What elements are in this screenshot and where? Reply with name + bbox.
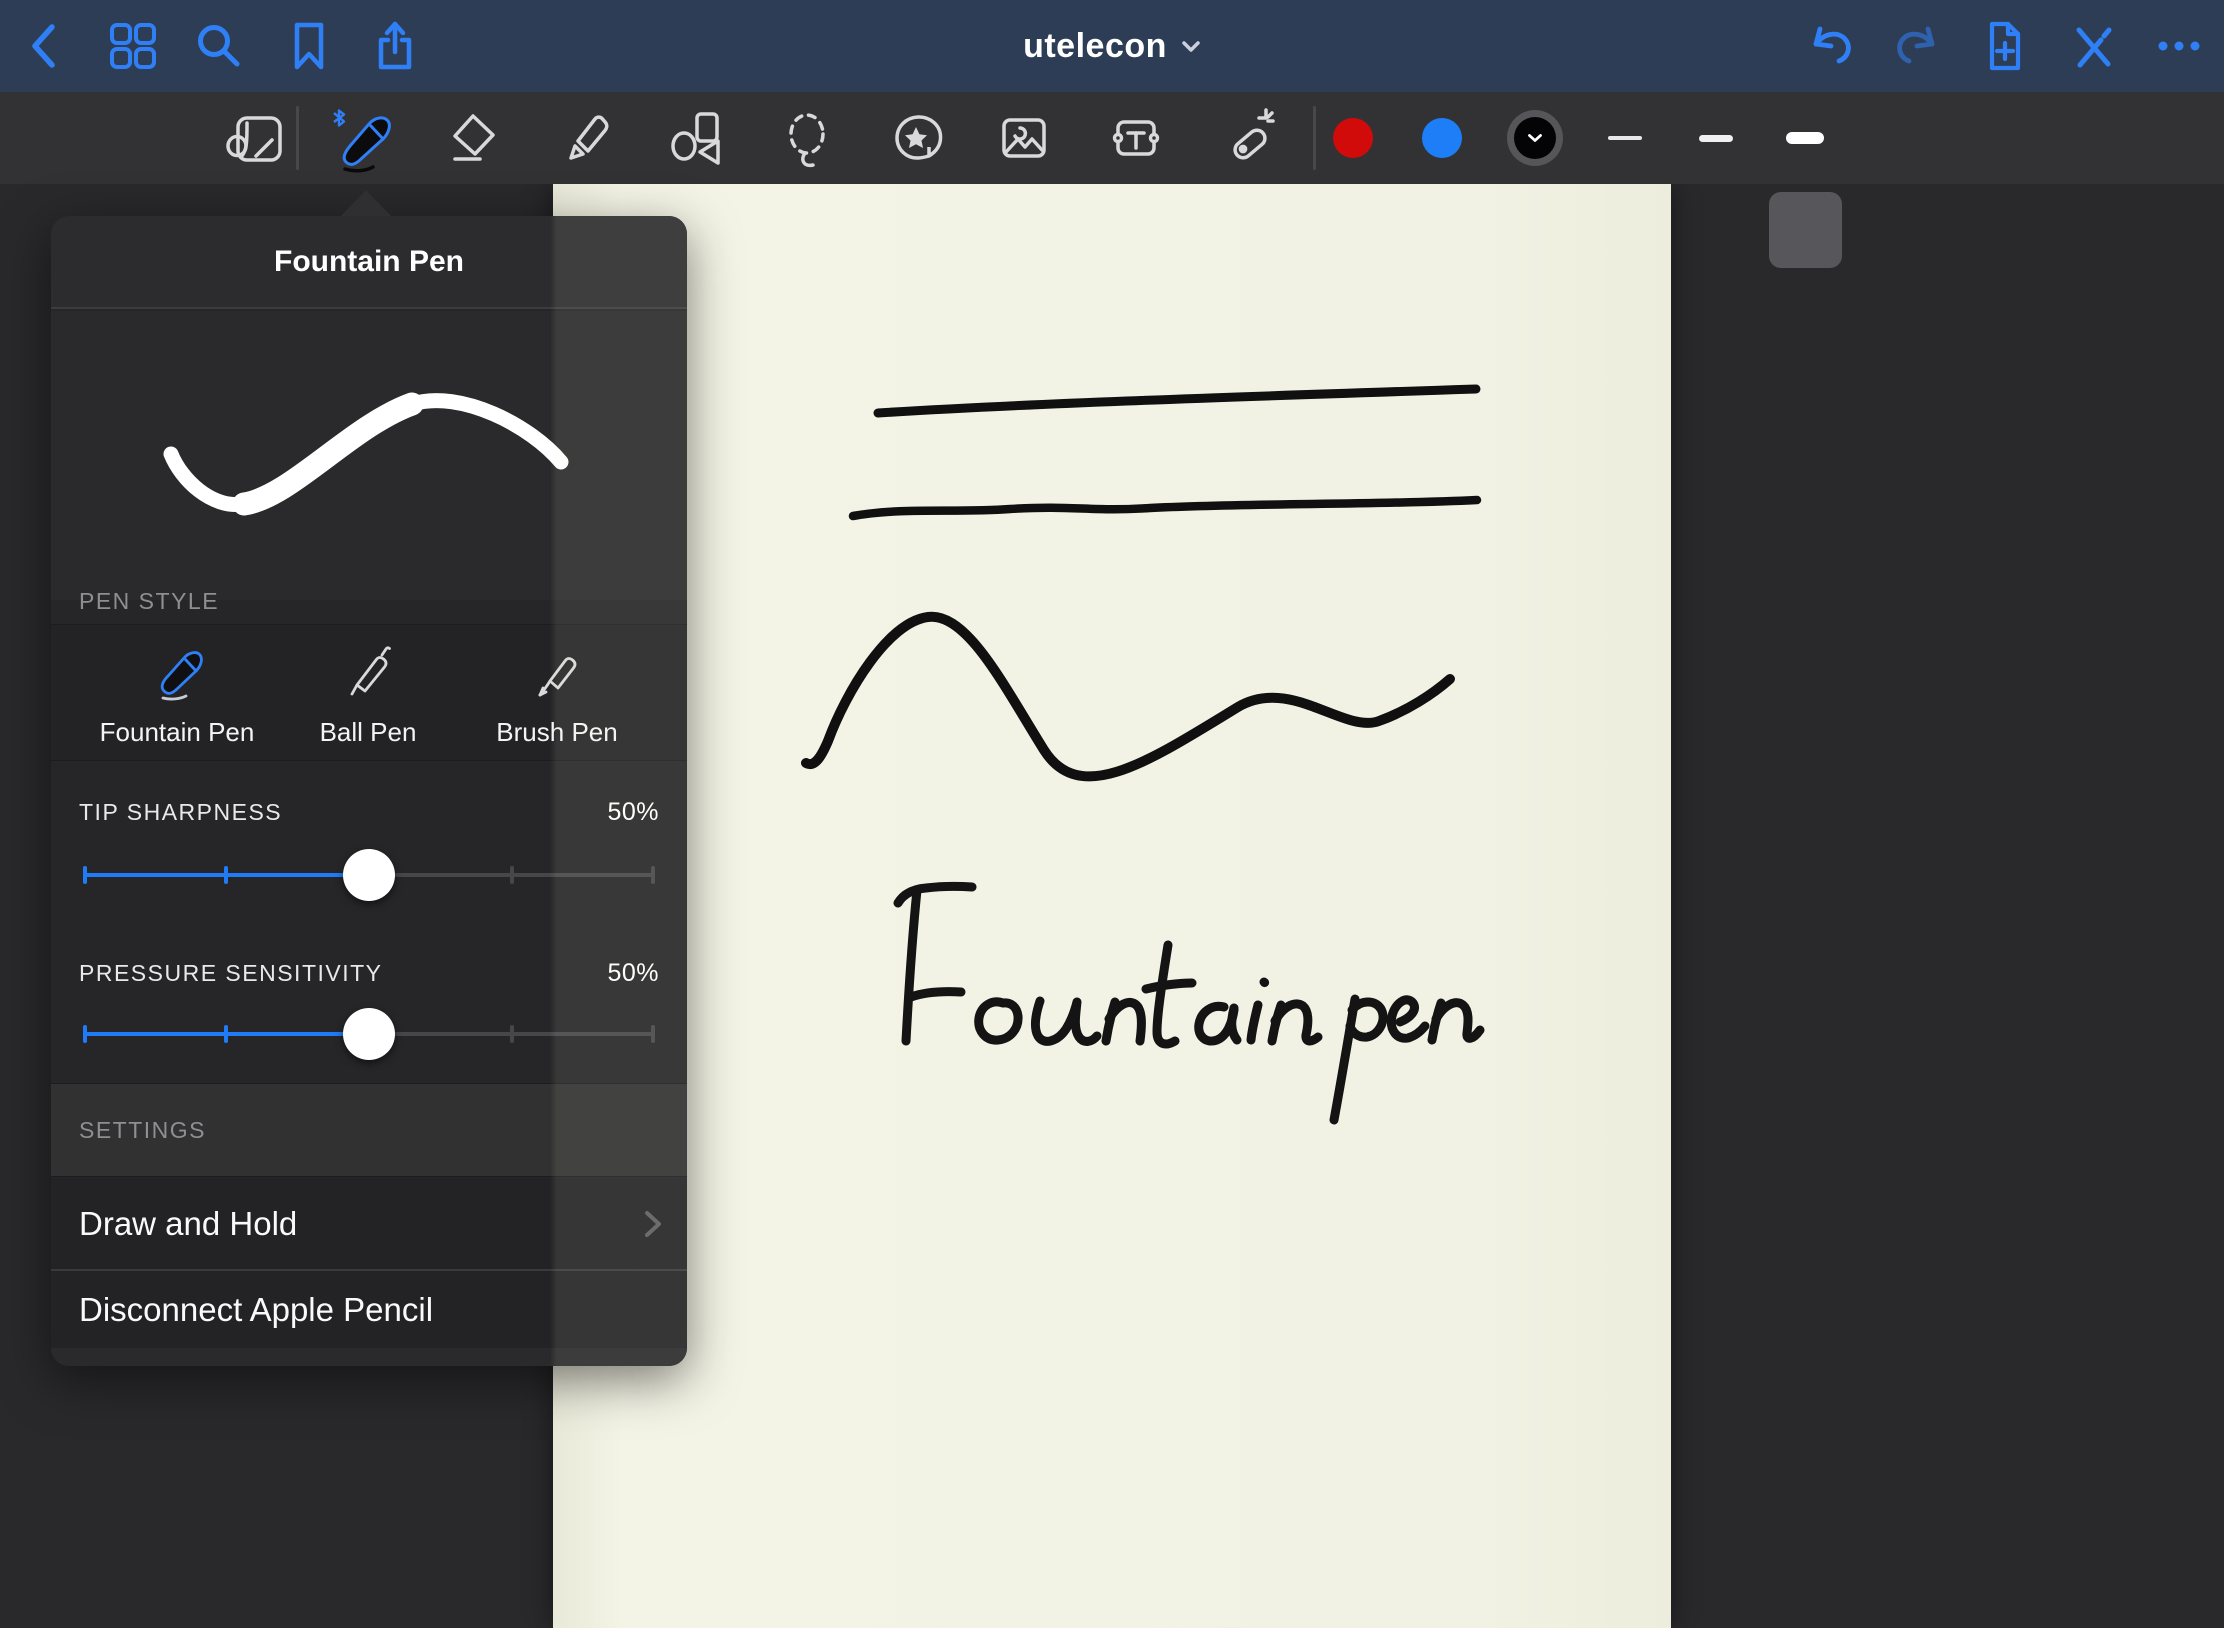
selected-color-ring [1507, 110, 1563, 166]
fountain-pen-popover: Fountain Pen PEN STYLE Fountain Pen [51, 216, 687, 1366]
color-black-selected[interactable] [1507, 92, 1563, 184]
brush-pen-style-icon [519, 633, 595, 714]
stroke-width-thin[interactable] [1608, 92, 1642, 184]
stroke-preview [51, 311, 687, 600]
chevron-right-icon [643, 1208, 663, 1240]
document-title-button[interactable]: utelecon [0, 0, 2224, 92]
pen-style-ball-pen[interactable]: Ball Pen [273, 625, 463, 762]
pressure-sensitivity-header: PRESSURE SENSITIVITY 50% [79, 959, 659, 988]
fountain-pen-style-icon [139, 633, 215, 714]
disconnect-apple-pencil-label: Disconnect Apple Pencil [79, 1291, 433, 1329]
sticker-icon [885, 106, 949, 170]
pen-style-section-label: PEN STYLE [79, 588, 219, 615]
slider-tick [510, 866, 514, 884]
tip-sharpness-label: TIP SHARPNESS [79, 799, 282, 826]
top-nav-bar: utelecon [0, 0, 2224, 92]
page-preview-tool[interactable] [222, 92, 286, 184]
red-color-swatch [1333, 118, 1373, 158]
thick-line-icon [1786, 132, 1824, 144]
chevron-down-icon [1527, 133, 1543, 143]
eraser-tool[interactable] [440, 92, 504, 184]
slider-tick [224, 866, 228, 884]
pen-style-brush-pen[interactable]: Brush Pen [462, 625, 652, 762]
slider-tick [510, 1025, 514, 1043]
tip-sharpness-header: TIP SHARPNESS 50% [79, 798, 659, 827]
draw-and-hold-row[interactable]: Draw and Hold [51, 1178, 687, 1269]
pen-style-row: Fountain Pen Ball Pen Brush Pen [51, 624, 687, 761]
bluetooth-icon [334, 111, 344, 126]
document-title: utelecon [1023, 27, 1167, 66]
lasso-tool[interactable] [776, 92, 840, 184]
popover-footer [51, 1348, 687, 1366]
redo-button[interactable] [1892, 0, 1944, 92]
page-preview-icon [222, 106, 286, 170]
chevron-down-icon [1181, 40, 1201, 53]
black-color-swatch [1514, 117, 1556, 159]
stroke-preview-wave [51, 311, 687, 600]
pen-style-label: Ball Pen [320, 717, 417, 748]
toolbar-divider [296, 106, 299, 170]
medium-line-icon [1699, 135, 1733, 142]
fountain-pen-icon [327, 100, 403, 176]
toolbar-divider [1313, 106, 1316, 170]
slider-thumb[interactable] [343, 1008, 395, 1060]
ball-pen-style-icon [330, 633, 406, 714]
pencil-crossed-icon [2067, 20, 2119, 72]
text-icon [1104, 106, 1168, 170]
slider-thumb[interactable] [343, 849, 395, 901]
paper[interactable] [553, 184, 1671, 1628]
color-blue[interactable] [1422, 92, 1462, 184]
shapes-icon [662, 106, 726, 170]
slider-tick [83, 866, 87, 884]
slider-tick [224, 1025, 228, 1043]
settings-label: SETTINGS [79, 1117, 206, 1144]
thin-line-icon [1608, 136, 1642, 140]
pressure-sensitivity-slider [83, 1007, 655, 1061]
more-ellipsis-icon [2153, 20, 2205, 72]
pen-style-fountain-pen[interactable]: Fountain Pen [82, 625, 272, 762]
undo-icon [1804, 20, 1856, 72]
settings-section-header: SETTINGS [51, 1083, 687, 1177]
pen-tool-selected[interactable] [327, 92, 403, 184]
eraser-icon [440, 106, 504, 170]
popover-title: Fountain Pen [274, 245, 464, 279]
highlighter-tool[interactable] [552, 92, 616, 184]
image-tool[interactable] [992, 92, 1056, 184]
disconnect-apple-pencil-row[interactable]: Disconnect Apple Pencil [51, 1271, 687, 1348]
text-tool[interactable] [1104, 92, 1168, 184]
pressure-sensitivity-label: PRESSURE SENSITIVITY [79, 960, 383, 987]
laser-pointer-icon [1216, 106, 1280, 170]
lasso-icon [776, 106, 840, 170]
stroke-width-thick-selected[interactable] [1786, 92, 1824, 184]
tip-sharpness-value: 50% [607, 798, 659, 827]
draw-and-hold-label: Draw and Hold [79, 1205, 297, 1243]
popover-arrow [340, 190, 392, 217]
pen-style-label: Fountain Pen [100, 717, 255, 748]
slider-tick [83, 1025, 87, 1043]
add-page-button[interactable] [1978, 0, 2030, 92]
more-button[interactable] [2153, 0, 2205, 92]
add-page-icon [1978, 20, 2030, 72]
selected-stroke-width-bg [1769, 192, 1842, 268]
popover-header: Fountain Pen [51, 216, 687, 309]
laser-pointer-tool[interactable] [1216, 92, 1280, 184]
tip-sharpness-slider [83, 848, 655, 902]
shapes-tool[interactable] [662, 92, 726, 184]
pressure-sensitivity-value: 50% [607, 959, 659, 988]
blue-color-swatch [1422, 118, 1462, 158]
handwriting-text: Fountain pen [0, 184, 1, 185]
undo-button[interactable] [1804, 0, 1856, 92]
stroke-width-medium[interactable] [1699, 92, 1733, 184]
disable-drawing-button[interactable] [2067, 0, 2119, 92]
slider-tick [651, 866, 655, 884]
color-red[interactable] [1333, 92, 1373, 184]
redo-icon [1892, 20, 1944, 72]
sticker-tool[interactable] [885, 92, 949, 184]
slider-tick [651, 1025, 655, 1043]
image-icon [992, 106, 1056, 170]
highlighter-icon [552, 106, 616, 170]
tool-bar [0, 92, 2224, 184]
pen-style-label: Brush Pen [496, 717, 617, 748]
